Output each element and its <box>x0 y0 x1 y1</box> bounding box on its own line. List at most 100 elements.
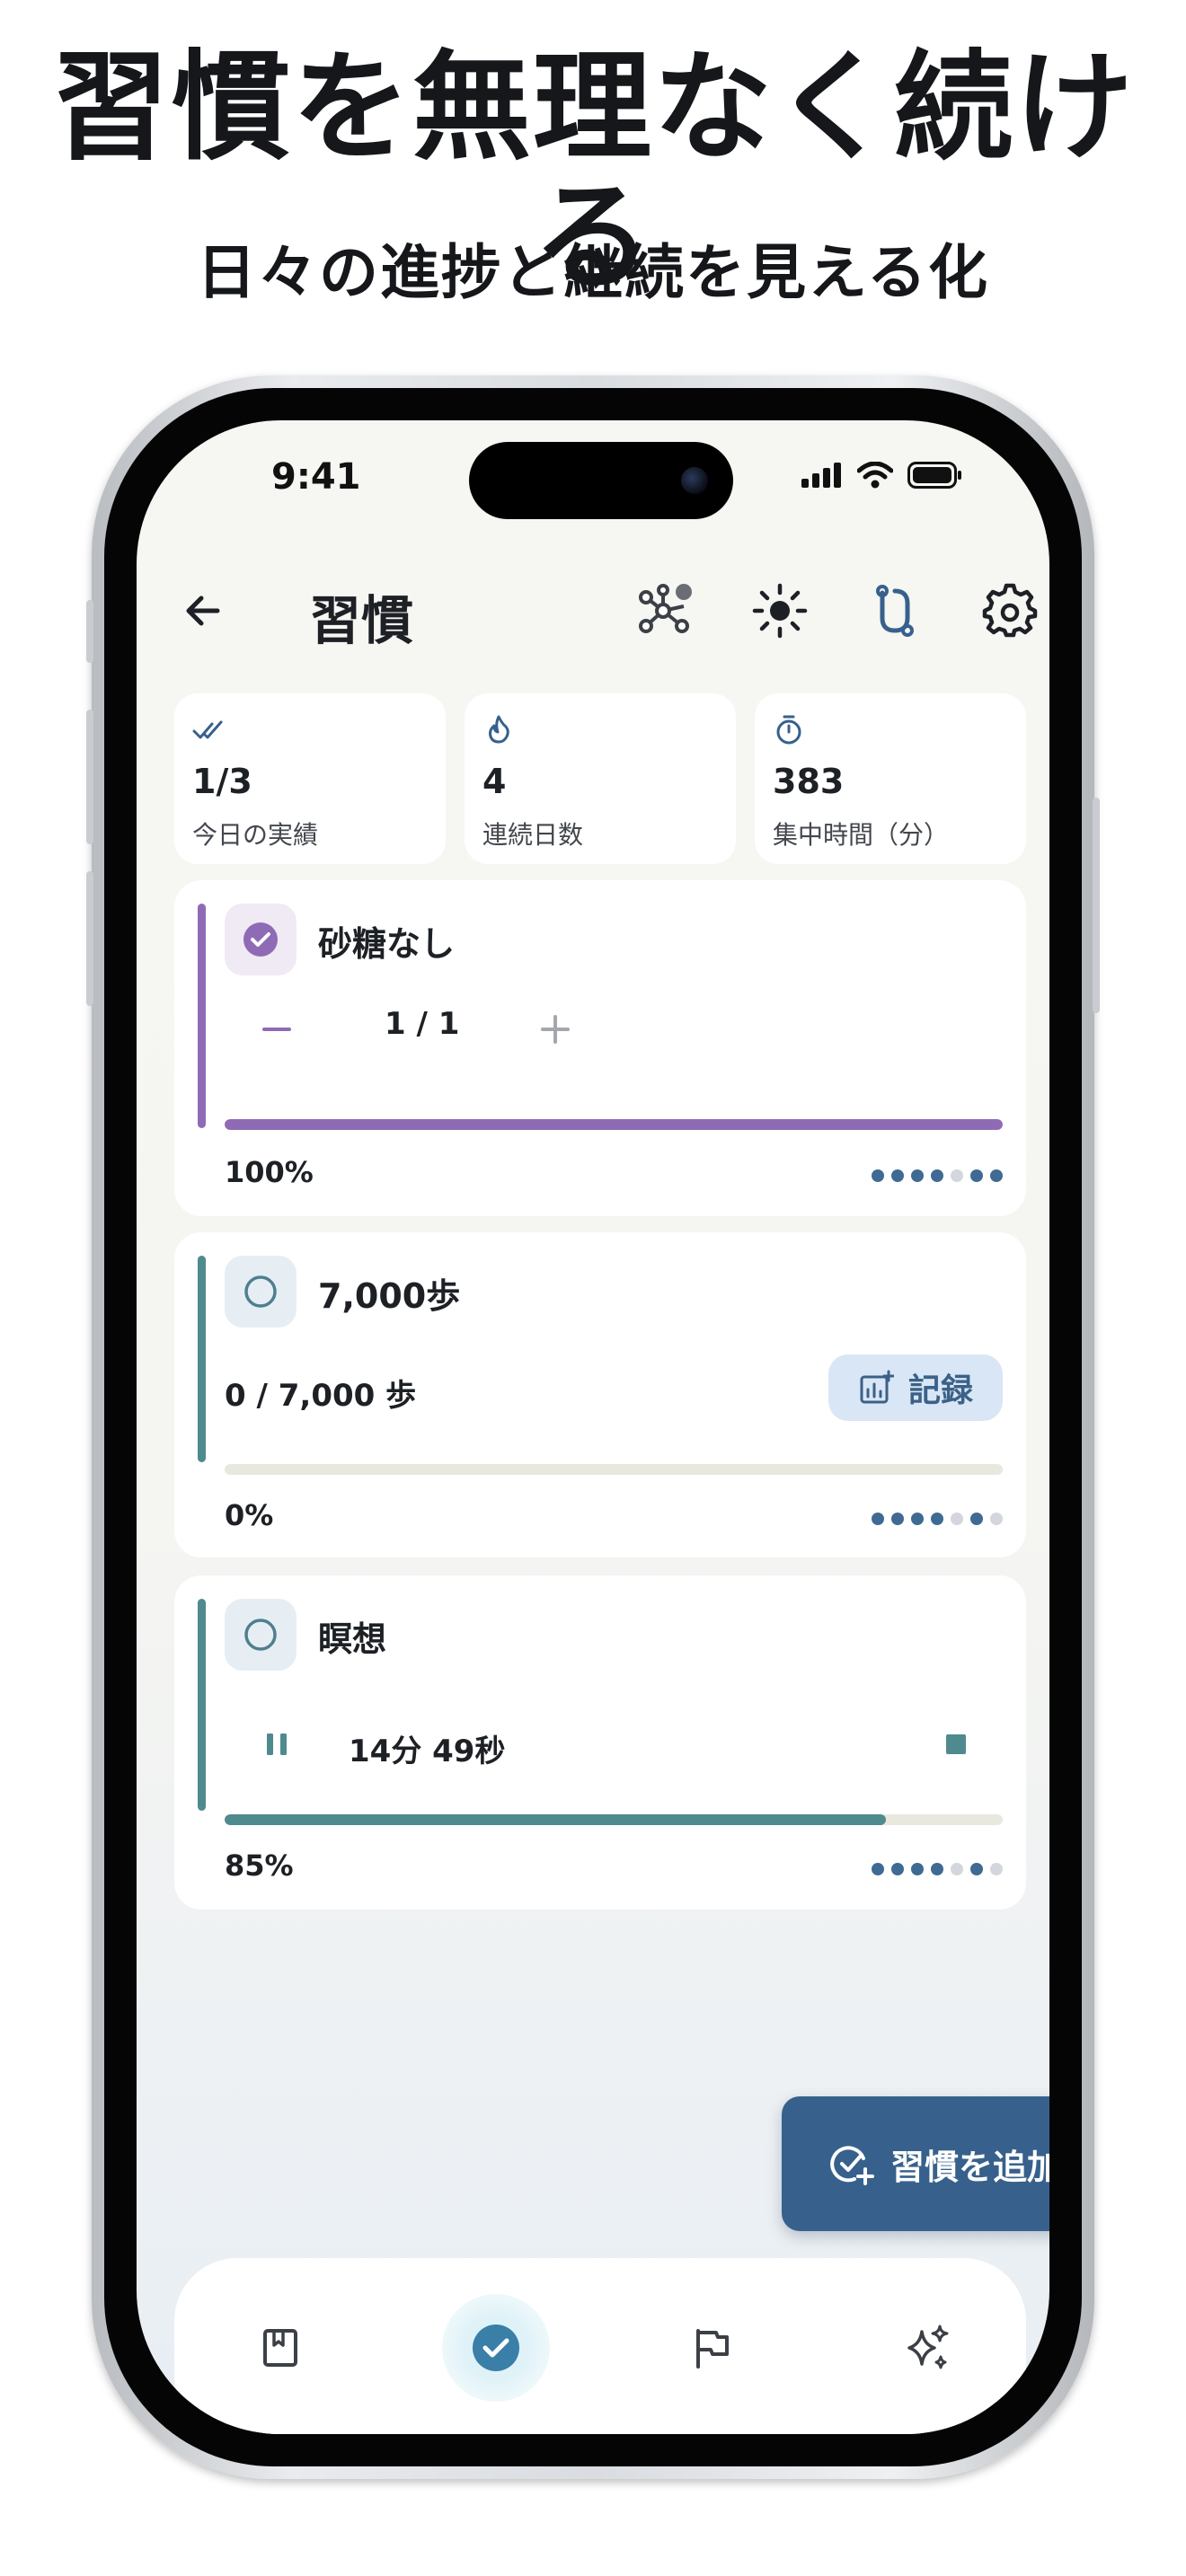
signal-icon <box>801 463 841 488</box>
streak-dot-filled <box>891 1863 904 1875</box>
check-circle-icon <box>473 2325 519 2371</box>
stat-value: 383 <box>773 762 845 801</box>
bottom-navigation <box>174 2258 1026 2434</box>
habit-percent: 100% <box>225 1155 314 1189</box>
sparkles-icon <box>907 2325 949 2369</box>
plus-icon <box>541 1015 570 1044</box>
bookmark-book-icon <box>263 2329 297 2367</box>
habit-checkbox[interactable] <box>225 1256 296 1328</box>
habit-name: 7,000歩 <box>318 1276 461 1316</box>
check-circle-icon <box>243 922 278 957</box>
streak-dot-filled <box>872 1169 884 1182</box>
minus-icon <box>262 1028 291 1031</box>
phone-side-button <box>86 600 93 663</box>
streak-dot-filled <box>931 1863 943 1875</box>
flame-icon <box>489 715 509 744</box>
streak-dot-filled <box>931 1169 943 1182</box>
promo-subheadline: 日々の進捗と継続を見える化 <box>196 238 990 307</box>
streak-dots <box>872 1513 1003 1525</box>
add-habit-label: 習慣を追加 <box>890 2147 1049 2187</box>
habit-card-steps[interactable]: 7,000歩 0 / 7,000 歩 記録 0% <box>174 1232 1026 1557</box>
phone-side-button <box>1093 798 1100 1013</box>
streak-dot-empty <box>951 1169 963 1182</box>
streak-dots <box>872 1169 1003 1182</box>
battery-icon <box>907 462 961 489</box>
stop-button[interactable] <box>938 1726 974 1766</box>
streak-dot-empty <box>990 1513 1003 1525</box>
streak-dot-filled <box>911 1169 924 1182</box>
stat-value: 4 <box>482 762 507 801</box>
streak-dot-filled <box>872 1513 884 1525</box>
habit-progress-track <box>225 1119 1003 1130</box>
stat-card-focus-time: 383 集中時間（分） <box>755 693 1026 864</box>
add-habit-button[interactable]: 習慣を追加 <box>782 2096 1049 2231</box>
streak-dot-filled <box>970 1513 983 1525</box>
habit-amount: 0 / 7,000 歩 <box>225 1378 417 1414</box>
habit-percent: 85% <box>225 1848 294 1883</box>
phone-frame: 9:41 習慣 1/3 今日の実績 4 連続日数 383 集中時間（分） 砂糖な… <box>86 375 1100 2479</box>
nav-habits[interactable] <box>442 2294 550 2402</box>
gear-icon <box>982 583 1038 638</box>
stop-icon <box>946 1734 966 1754</box>
streak-dot-filled <box>891 1513 904 1525</box>
decrement-button[interactable] <box>259 1006 295 1058</box>
theme-toggle-button[interactable] <box>748 578 812 643</box>
habit-checkbox[interactable] <box>225 1599 296 1671</box>
dynamic-island <box>469 442 733 519</box>
route-icon <box>876 585 914 637</box>
habit-accent-bar <box>198 1256 206 1462</box>
habit-card-no-sugar[interactable]: 砂糖なし 1 / 1 100% <box>174 880 1026 1216</box>
phone-side-button <box>86 871 93 1006</box>
stat-label: 今日の実績 <box>192 820 319 850</box>
nav-ai[interactable] <box>873 2294 981 2402</box>
habit-name: 瞑想 <box>318 1619 387 1659</box>
habit-timer: 14分 49秒 <box>349 1734 506 1769</box>
nav-goals[interactable] <box>658 2294 766 2402</box>
stat-label: 集中時間（分） <box>773 820 950 850</box>
stat-card-streak: 4 連続日数 <box>465 693 736 864</box>
phone-side-button <box>86 710 93 844</box>
streak-dots <box>872 1863 1003 1875</box>
streak-dot-filled <box>970 1169 983 1182</box>
habit-progress-fill <box>225 1814 887 1825</box>
streak-dot-filled <box>990 1169 1003 1182</box>
streak-dot-filled <box>911 1513 924 1525</box>
stat-card-today: 1/3 今日の実績 <box>174 693 446 864</box>
phone-bezel: 9:41 習慣 1/3 今日の実績 4 連続日数 383 集中時間（分） 砂糖な… <box>104 388 1082 2466</box>
streak-dot-filled <box>911 1863 924 1875</box>
page-title: 習慣 <box>309 590 414 651</box>
camera-icon <box>681 467 708 494</box>
record-button[interactable]: 記録 <box>828 1354 1003 1421</box>
circle-outline-icon <box>244 1275 277 1308</box>
pause-button[interactable] <box>259 1726 295 1766</box>
route-button[interactable] <box>863 578 927 643</box>
habit-name: 砂糖なし <box>318 924 456 964</box>
habit-checkbox[interactable] <box>225 904 296 975</box>
graph-button[interactable] <box>633 578 697 643</box>
habit-percent: 0% <box>225 1498 274 1532</box>
wifi-icon <box>857 462 893 489</box>
stat-label: 連続日数 <box>482 820 584 850</box>
back-button[interactable] <box>176 584 230 638</box>
habit-accent-bar <box>198 904 206 1128</box>
stat-value: 1/3 <box>192 762 252 801</box>
chart-add-icon <box>860 1370 894 1404</box>
streak-dot-filled <box>872 1863 884 1875</box>
double-check-icon <box>192 720 223 739</box>
streak-dot-empty <box>951 1863 963 1875</box>
nav-journal[interactable] <box>226 2294 334 2402</box>
network-graph-icon <box>639 584 692 633</box>
streak-dot-empty <box>951 1513 963 1525</box>
status-icons <box>801 462 963 489</box>
streak-dot-empty <box>990 1863 1003 1875</box>
settings-button[interactable] <box>978 578 1042 643</box>
arrow-left-icon <box>186 595 220 626</box>
habit-progress-track <box>225 1464 1003 1475</box>
habit-card-meditation[interactable]: 瞑想 14分 49秒 85% <box>174 1575 1026 1910</box>
circle-outline-icon <box>244 1619 277 1651</box>
app-screen: 9:41 習慣 1/3 今日の実績 4 連続日数 383 集中時間（分） 砂糖な… <box>137 420 1049 2434</box>
streak-dot-filled <box>970 1863 983 1875</box>
increment-button[interactable] <box>537 1006 573 1058</box>
habit-progress-track <box>225 1814 1003 1825</box>
habit-counter: 1 / 1 <box>385 1006 460 1042</box>
